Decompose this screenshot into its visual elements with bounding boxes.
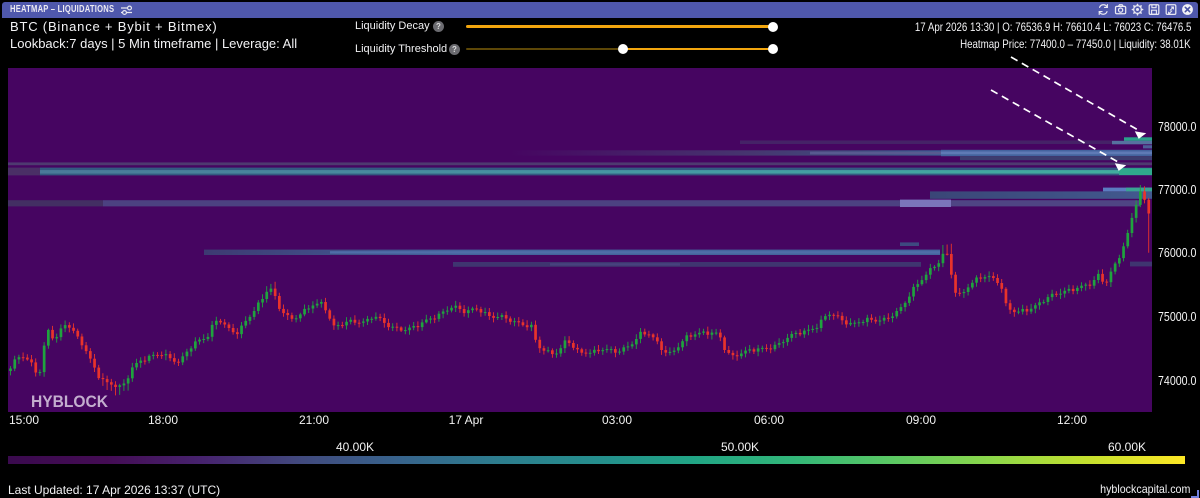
svg-text:HYBLOCK: HYBLOCK: [31, 393, 108, 411]
